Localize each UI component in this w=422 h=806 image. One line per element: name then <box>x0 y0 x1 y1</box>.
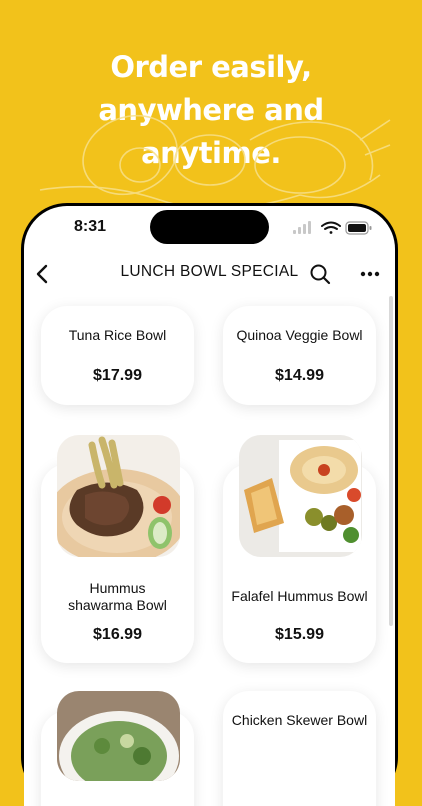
menu-item-card[interactable]: Tuna Rice Bowl $17.99 <box>41 306 194 405</box>
menu-item-price: $17.99 <box>93 367 142 384</box>
search-icon[interactable] <box>308 262 332 286</box>
menu-item-price: $16.99 <box>93 626 142 643</box>
more-dots-icon[interactable] <box>358 262 382 286</box>
status-time: 8:31 <box>74 218 107 235</box>
dynamic-island <box>150 210 269 244</box>
page-title: LUNCH BOWL SPECIAL <box>120 263 299 280</box>
menu-item-name-line-1: Hummus <box>89 580 146 596</box>
menu-item-name-line-2: shawarma Bowl <box>68 597 167 613</box>
signal-icon <box>293 221 311 234</box>
status-icons <box>293 221 372 235</box>
menu-item-name: Hummus shawarma Bowl <box>41 580 194 614</box>
menu-item-card[interactable]: Quinoa Veggie Bowl $14.99 <box>223 306 376 405</box>
menu-item-name: Quinoa Veggie Bowl <box>236 327 363 343</box>
falafel-hummus-photo <box>239 435 362 557</box>
menu-item-card[interactable]: Chicken Skewer Bowl <box>223 691 376 806</box>
menu-item-name: Tuna Rice Bowl <box>68 327 167 343</box>
navigation-bar: LUNCH BOWL SPECIAL <box>24 254 395 294</box>
salad-bowl-photo <box>57 691 180 781</box>
menu-item-name: Chicken Skewer Bowl <box>231 712 368 728</box>
wifi-icon <box>321 221 341 234</box>
scrollbar[interactable] <box>389 296 393 626</box>
headline-line-1: Order easily, <box>110 50 312 84</box>
battery-icon <box>345 221 372 235</box>
menu-item-price: $15.99 <box>275 626 324 643</box>
menu-item-price: $14.99 <box>275 367 324 384</box>
status-bar: 8:31 <box>24 206 395 254</box>
menu-item-name: Falafel Hummus Bowl <box>231 588 368 604</box>
phone-screen: 8:31 LUNCH BOWL SPECIAL Tuna Rice Bowl $… <box>24 206 395 806</box>
hummus-shawarma-photo <box>57 435 180 557</box>
